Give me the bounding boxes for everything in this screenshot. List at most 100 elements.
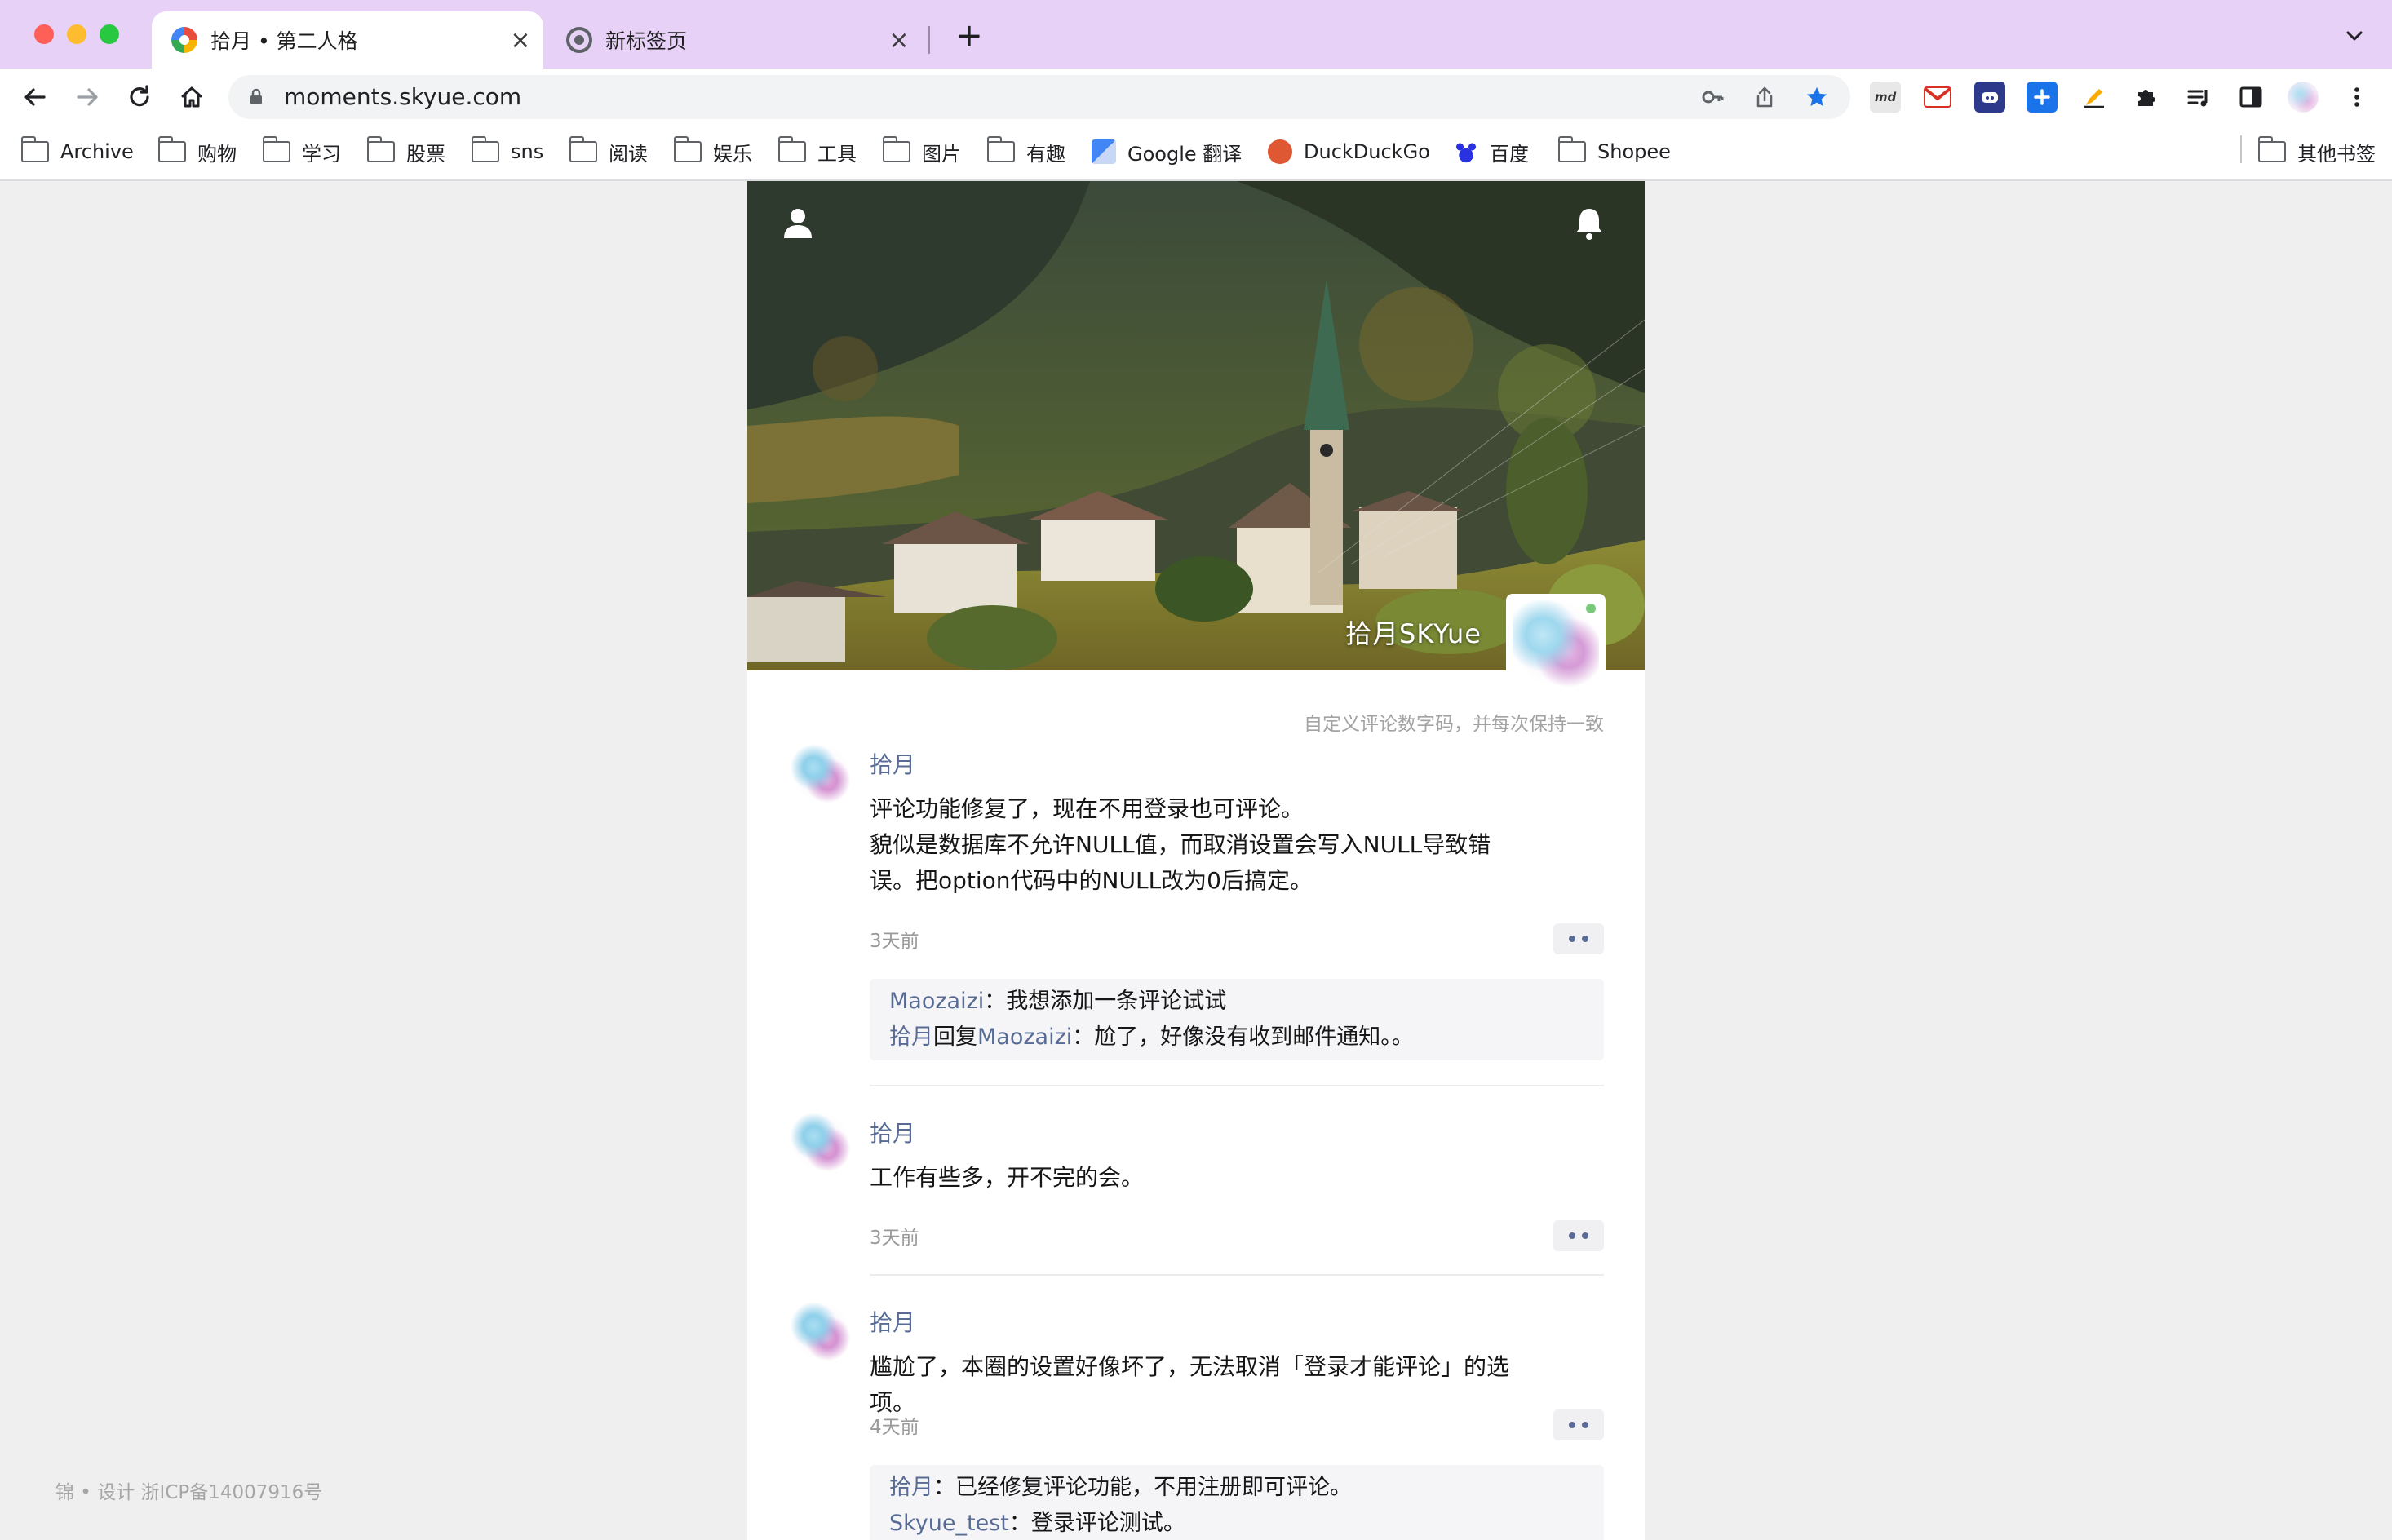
post-avatar[interactable] (791, 1113, 850, 1171)
back-arrow-icon (24, 88, 46, 106)
folder-icon (569, 136, 597, 162)
bookmark-folder-archive[interactable]: Archive (20, 135, 134, 168)
comment-item[interactable]: 拾月：已经修复评论功能，不用注册即可评论。 (889, 1470, 1584, 1506)
tab-inactive[interactable]: 新标签页 × (547, 11, 922, 69)
bookmark-duckduckgo[interactable]: DuckDuckGo (1268, 135, 1430, 168)
tab-strip: 拾月 • 第二人格 × 新标签页 × + (0, 0, 2392, 69)
comment-item[interactable]: 拾月回复Maozaizi：尬了，好像没有收到邮件通知。。 (889, 1020, 1584, 1055)
tab-search-chevron-icon[interactable] (2340, 21, 2369, 51)
bookmarks-separator (2240, 135, 2242, 163)
comments-box: 拾月：已经修复评论功能，不用注册即可评论。 Skyue_test：登录评论测试。 (870, 1465, 1604, 1540)
custom-comment-note: 自定义评论数字码，并每次保持一致 (1304, 714, 1604, 735)
bookmark-folder-tools[interactable]: 工具 (777, 135, 857, 168)
dot-icon (1582, 936, 1588, 942)
comment-item[interactable]: Skyue_test：登录评论测试。 (889, 1506, 1584, 1540)
tab-active[interactable]: 拾月 • 第二人格 × (152, 11, 543, 69)
bookmark-folder-study[interactable]: 学习 (262, 135, 341, 168)
password-key-icon[interactable] (1700, 85, 1725, 109)
side-panel-icon[interactable] (2235, 82, 2266, 113)
forward-arrow-icon (77, 88, 98, 106)
bookmark-folder-fun[interactable]: 有趣 (986, 135, 1065, 168)
bookmark-folder-other[interactable]: 其他书签 (2257, 135, 2376, 168)
baidu-icon (1454, 139, 1478, 164)
dot-icon (1582, 1232, 1588, 1239)
markdown-ext-icon[interactable]: md (1870, 82, 1901, 113)
bookmark-folder-shopee[interactable]: Shopee (1557, 135, 1671, 168)
home-icon (181, 86, 202, 108)
profile-avatar[interactable] (1506, 594, 1606, 693)
tab-close-icon[interactable]: × (883, 26, 915, 55)
folder-icon (471, 136, 499, 162)
profile-avatar-icon[interactable] (2288, 82, 2319, 113)
moments-card: 拾月SKYue 自定义评论数字码，并每次保持一致 拾月 评论功能修复了，现在不用… (747, 181, 1645, 1540)
reload-icon (130, 85, 149, 107)
folder-icon (673, 136, 702, 162)
gmail-icon[interactable] (1922, 82, 1953, 113)
bookmark-star-icon[interactable] (1805, 85, 1829, 109)
footer-icp-note: 锦 • 设计 浙ICP备14007916号 (55, 1482, 323, 1503)
browser-menu-icon[interactable] (2341, 82, 2372, 113)
post-text: 评论功能修复了，现在不用登录也可评论。 貌似是数据库不允许NULL值，而取消设置… (870, 795, 1491, 894)
post-author[interactable]: 拾月 (870, 1116, 915, 1148)
post-more-button[interactable] (1553, 1409, 1604, 1440)
chrome-favicon-icon (566, 27, 592, 53)
bookmark-folder-images[interactable]: 图片 (882, 135, 961, 168)
share-icon[interactable] (1752, 85, 1777, 109)
folder-icon (20, 136, 49, 162)
folder-icon (882, 136, 910, 162)
dot-icon (1569, 936, 1575, 942)
post-time: 3天前 (870, 931, 919, 952)
post-more-button[interactable] (1553, 923, 1604, 954)
post-author[interactable]: 拾月 (870, 1305, 915, 1338)
comment-item[interactable]: Maozaizi：我想添加一条评论试试 (889, 984, 1584, 1020)
post-author[interactable]: 拾月 (870, 747, 915, 780)
post-avatar[interactable] (791, 744, 850, 803)
folder-icon (366, 136, 395, 162)
folder-icon (777, 136, 806, 162)
bookmark-folder-entertainment[interactable]: 娱乐 (673, 135, 752, 168)
profile-name: 拾月SKYue (1344, 618, 1482, 649)
folder-icon (157, 136, 186, 162)
post-time: 3天前 (870, 1228, 919, 1249)
reload-button[interactable] (119, 77, 160, 117)
url-text: moments.skyue.com (284, 83, 522, 110)
tab-close-icon[interactable]: × (504, 26, 537, 55)
bookmark-baidu[interactable]: 百度 (1454, 135, 1529, 168)
user-profile-icon[interactable] (782, 206, 814, 241)
page-background: 锦 • 设计 浙ICP备14007916号 拾月SKYue 自定义评论数字码，并… (0, 181, 2392, 1540)
comments-box: Maozaizi：我想添加一条评论试试 拾月回复Maozaizi：尬了，好像没有… (870, 979, 1604, 1060)
dot-icon (1569, 1232, 1575, 1239)
notification-bell-icon[interactable] (1573, 206, 1606, 241)
plus-ext-icon[interactable] (2027, 82, 2058, 113)
bookmark-folder-reading[interactable]: 阅读 (569, 135, 648, 168)
dot-icon (1569, 1422, 1575, 1428)
post-divider (870, 1274, 1604, 1276)
bookmark-folder-shopping[interactable]: 购物 (157, 135, 237, 168)
site-favicon-icon (171, 27, 197, 53)
minimize-window-button[interactable] (67, 24, 86, 44)
post-avatar[interactable] (791, 1302, 850, 1361)
post-more-button[interactable] (1553, 1220, 1604, 1251)
forward-button[interactable] (67, 77, 108, 117)
back-button[interactable] (15, 77, 55, 117)
lock-icon (250, 88, 262, 104)
duckduckgo-icon (1268, 139, 1292, 164)
extensions-puzzle-icon[interactable] (2131, 82, 2162, 113)
new-tab-button[interactable]: + (951, 18, 987, 54)
google-translate-icon (1092, 139, 1116, 164)
bookmark-folder-stocks[interactable]: 股票 (366, 135, 445, 168)
post-time: 4天前 (870, 1417, 919, 1438)
reading-list-icon[interactable] (2183, 82, 2214, 113)
close-window-button[interactable] (34, 24, 54, 44)
bookmark-google-translate[interactable]: Google 翻译 (1092, 135, 1242, 168)
bookmark-folder-sns[interactable]: sns (471, 135, 543, 168)
pen-ext-icon[interactable] (2079, 82, 2110, 113)
toolbar: moments.skyue.com md (0, 69, 2392, 126)
address-bar[interactable]: moments.skyue.com (228, 75, 1850, 119)
maximize-window-button[interactable] (100, 24, 119, 44)
discord-ext-icon[interactable] (1974, 82, 2005, 113)
home-button[interactable] (171, 77, 212, 117)
folder-icon (2257, 136, 2286, 162)
post-divider (870, 1085, 1604, 1086)
avatar-image (1513, 600, 1599, 687)
